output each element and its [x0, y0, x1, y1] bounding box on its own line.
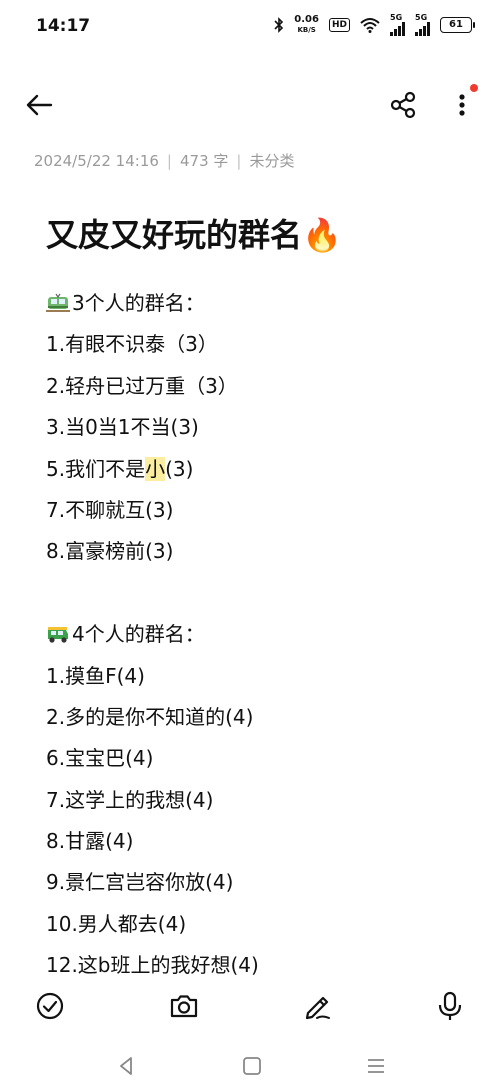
note-word-count: 473 字: [179, 152, 229, 170]
tram-icon: [46, 293, 70, 312]
pen-icon[interactable]: [302, 990, 334, 1022]
list-item-highlighted: 5.我们不是小(3): [46, 456, 194, 481]
status-icons: 0.06 KB/S HD 5G 5G 61: [274, 14, 475, 36]
nav-recents-icon[interactable]: [364, 1054, 388, 1078]
list-item: 7.不聊就互(3): [46, 497, 174, 522]
edit-toolbar: [0, 978, 500, 1034]
camera-icon[interactable]: [168, 990, 200, 1022]
system-nav-bar: [0, 1044, 500, 1086]
notification-dot: [470, 84, 478, 92]
note-title[interactable]: 又皮又好玩的群名🔥: [46, 210, 342, 256]
list-item: 1.有眼不识泰（3）: [46, 332, 218, 357]
back-arrow-icon[interactable]: [24, 90, 54, 120]
share-icon[interactable]: [388, 90, 418, 120]
status-bar: 14:17 0.06 KB/S HD 5G 5G 61: [0, 0, 500, 52]
note-toolbar: [0, 80, 500, 130]
section-heading: 3个人的群名：: [46, 283, 486, 324]
checklist-icon[interactable]: [34, 990, 66, 1022]
list-item: 8.富豪榜前(3): [46, 539, 174, 564]
list-item: 10.男人都去(4): [46, 911, 187, 936]
microphone-icon[interactable]: [434, 990, 466, 1022]
note-meta: 2024/5/22 14:16 | 473 字 | 未分类: [34, 152, 295, 170]
list-item: 9.景仁宫岂容你放(4): [46, 870, 234, 895]
list-item: 3.当0当1不当(3): [46, 415, 199, 440]
nav-home-icon[interactable]: [240, 1054, 264, 1078]
signal-1-icon: 5G: [390, 14, 405, 36]
list-item: 7.这学上的我想(4): [46, 787, 214, 812]
highlighted-text: 小: [145, 456, 166, 481]
wifi-icon: [360, 18, 380, 33]
note-date: 2024/5/22 14:16: [34, 152, 159, 170]
status-time: 14:17: [36, 16, 91, 36]
signal-2-icon: 5G: [415, 14, 430, 36]
network-speed: 0.06 KB/S: [294, 14, 319, 35]
nav-back-icon[interactable]: [114, 1054, 138, 1078]
bluetooth-icon: [274, 17, 284, 33]
list-item: 2.轻舟已过万重（3）: [46, 373, 238, 398]
list-item: 2.多的是你不知道的(4): [46, 704, 254, 729]
note-category[interactable]: 未分类: [249, 152, 294, 170]
note-body[interactable]: 3个人的群名： 1.有眼不识泰（3） 2.轻舟已过万重（3） 3.当0当1不当(…: [46, 283, 486, 987]
battery-icon: 61: [440, 17, 475, 33]
list-item: 6.宝宝巴(4): [46, 746, 154, 771]
more-options-icon[interactable]: [448, 88, 476, 122]
section-heading: 4个人的群名：: [46, 614, 486, 655]
list-item: 1.摸鱼F(4): [46, 663, 145, 688]
list-item: 8.甘露(4): [46, 829, 134, 854]
hd-badge: HD: [328, 18, 350, 32]
auto-rickshaw-icon: [48, 627, 68, 643]
